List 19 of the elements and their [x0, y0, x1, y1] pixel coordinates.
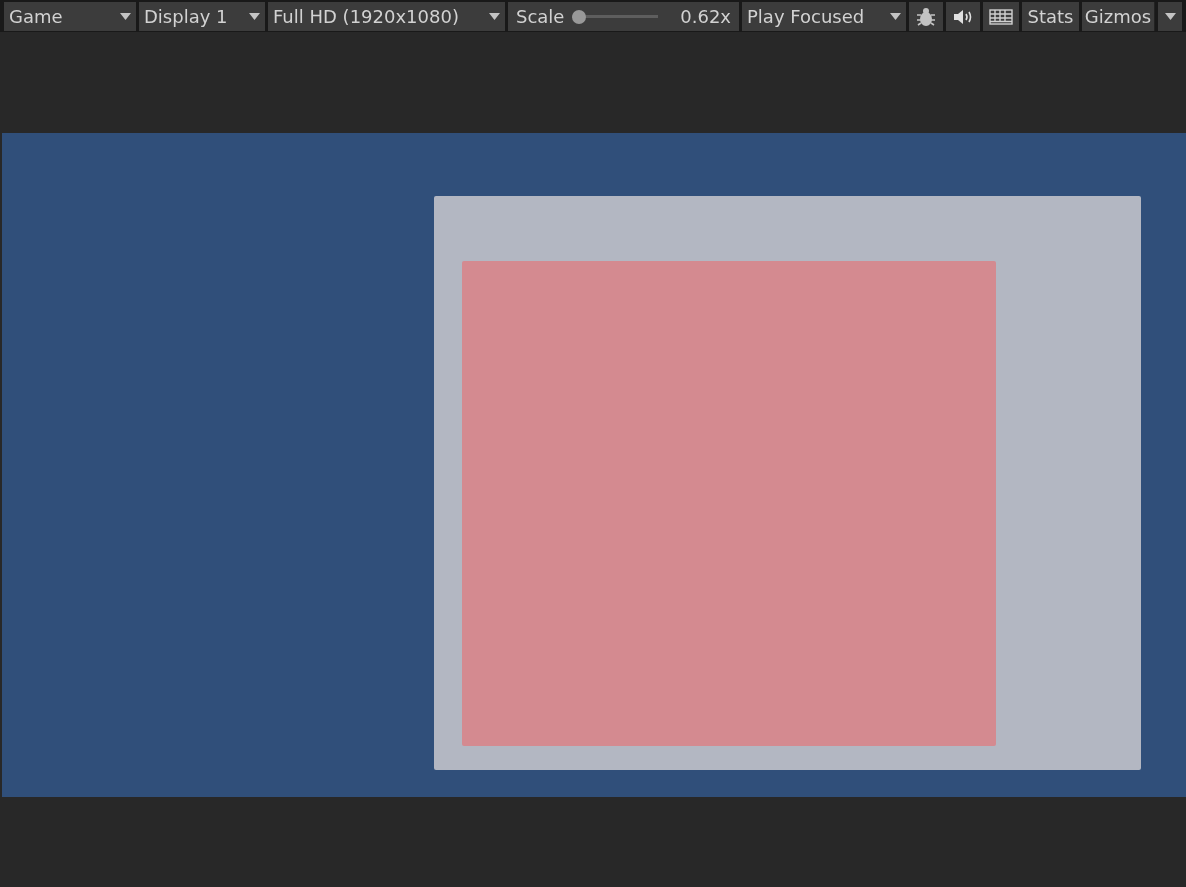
scale-label: Scale: [516, 5, 565, 29]
dropdown[interactable]: Full HD (1920x1080): [268, 2, 505, 31]
dropdown[interactable]: Display 1: [139, 2, 265, 31]
keyboard-icon[interactable]: [983, 2, 1019, 31]
gizmos-button[interactable]: Gizmos: [1082, 2, 1155, 31]
scale-reading: 0.62x: [680, 5, 731, 29]
slider-thumb[interactable]: [572, 9, 587, 24]
caret-icon: [249, 13, 260, 20]
scale-slider[interactable]: [572, 9, 659, 24]
caret-icon: [1164, 13, 1176, 20]
speaker-icon[interactable]: [946, 2, 980, 31]
stats-button[interactable]: Stats: [1022, 2, 1079, 31]
caret-icon: [120, 13, 131, 20]
caret-icon: [890, 13, 901, 20]
gizmos-menu-button[interactable]: [1158, 2, 1182, 31]
dropdown[interactable]: Game: [4, 2, 136, 31]
bug-icon[interactable]: [909, 2, 943, 31]
caret-icon: [489, 13, 500, 20]
dropdown[interactable]: Play Focused: [742, 2, 906, 31]
